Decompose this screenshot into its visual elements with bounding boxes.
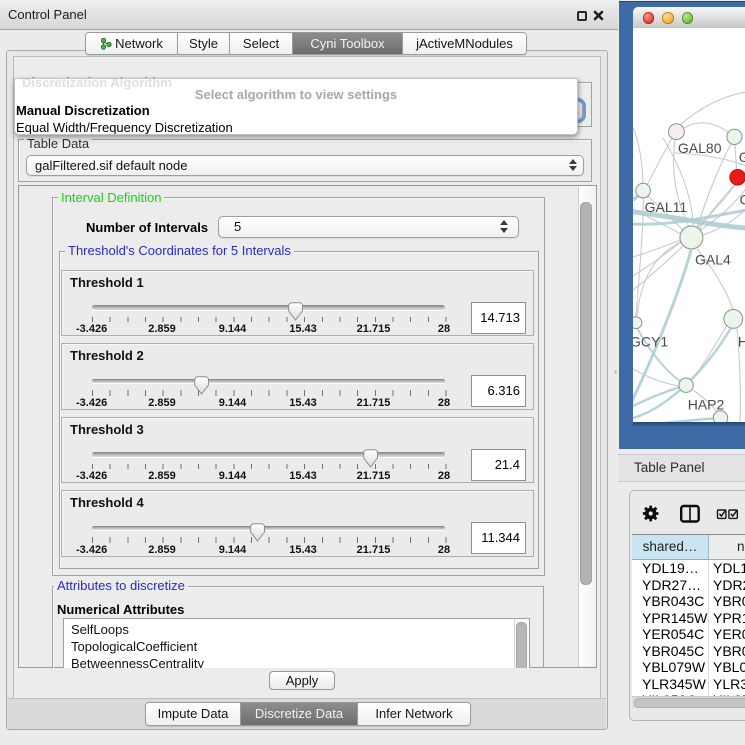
svg-text:C: C xyxy=(739,191,745,207)
svg-text:GCY1: GCY1 xyxy=(633,333,668,349)
svg-text:GAL80: GAL80 xyxy=(677,140,721,156)
svg-text:HAP2: HAP2 xyxy=(687,396,724,412)
svg-text:GAL4: GAL4 xyxy=(695,251,731,267)
svg-text:GA: GA xyxy=(738,149,745,165)
svg-text:H: H xyxy=(737,333,745,349)
svg-text:GAL11: GAL11 xyxy=(644,199,687,215)
